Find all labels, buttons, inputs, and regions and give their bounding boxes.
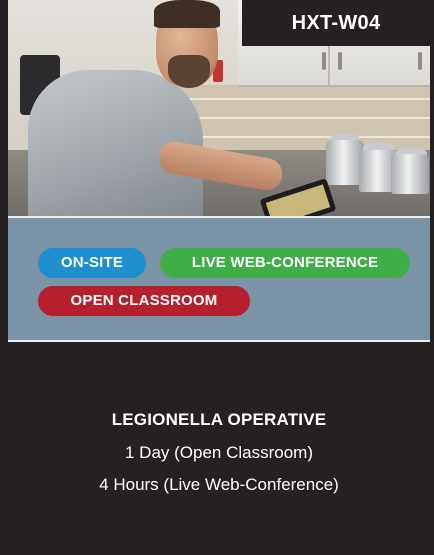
- course-card[interactable]: HXT-W04 ON-SITE LIVE WEB-CONFERENCE OPEN…: [0, 0, 434, 555]
- open-classroom-tag[interactable]: OPEN CLASSROOM: [38, 286, 250, 316]
- duration-classroom: 1 Day (Open Classroom): [124, 443, 313, 462]
- course-code-badge: HXT-W04: [242, 0, 430, 46]
- course-title[interactable]: LEGIONELLA OPERATIVE: [8, 410, 430, 430]
- live-web-conference-tag[interactable]: LIVE WEB-CONFERENCE: [160, 248, 410, 278]
- delivery-methods: ON-SITE LIVE WEB-CONFERENCE OPEN CLASSRO…: [8, 218, 430, 340]
- duration-web-conference: 4 Hours (Live Web-Conference): [99, 475, 339, 494]
- on-site-tag[interactable]: ON-SITE: [38, 248, 146, 278]
- course-info: LEGIONELLA OPERATIVE 1 Day (Open Classro…: [8, 342, 430, 555]
